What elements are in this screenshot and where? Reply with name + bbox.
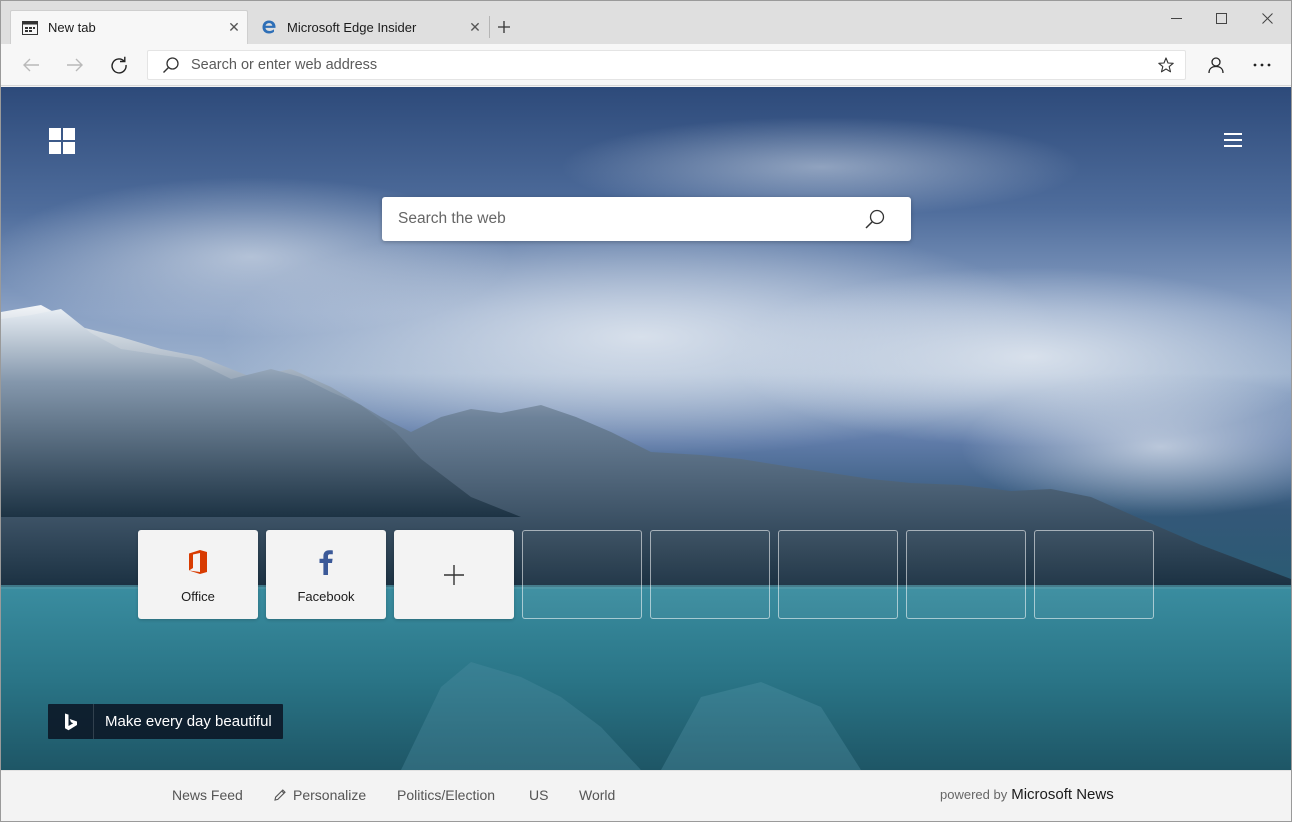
refresh-button[interactable] xyxy=(103,49,135,81)
bing-image-info[interactable]: Make every day beautiful xyxy=(48,704,283,739)
tab-divider xyxy=(489,16,490,38)
tile-label: Office xyxy=(181,589,215,604)
address-bar[interactable] xyxy=(147,50,1186,80)
pencil-icon xyxy=(274,789,286,801)
web-search-button[interactable] xyxy=(855,199,895,239)
powered-by-label: powered by xyxy=(940,787,1008,802)
quick-link-office[interactable]: Office xyxy=(138,530,258,619)
tab-new-tab[interactable]: New tab ✕ xyxy=(10,10,248,44)
edge-logo-icon xyxy=(261,19,277,35)
plus-icon xyxy=(444,564,464,585)
profile-button[interactable] xyxy=(1200,49,1232,81)
empty-tile-slot xyxy=(650,530,770,619)
settings-more-button[interactable] xyxy=(1246,49,1278,81)
close-window-button[interactable] xyxy=(1244,1,1290,35)
news-bar: News Feed Personalize Politics/Election … xyxy=(1,770,1291,821)
powered-by-microsoft-news[interactable]: powered by Microsoft News xyxy=(940,786,1114,803)
newtab-page-icon xyxy=(22,20,38,36)
quick-link-facebook[interactable]: Facebook xyxy=(266,530,386,619)
forward-arrow-icon xyxy=(67,58,83,72)
empty-tile-slot xyxy=(522,530,642,619)
new-tab-page: Office Facebook Make every day beautiful xyxy=(1,87,1291,770)
background-image xyxy=(1,117,1291,770)
close-tab-icon[interactable]: ✕ xyxy=(221,15,247,41)
forward-button[interactable] xyxy=(59,49,91,81)
politics-election-link[interactable]: Politics/Election xyxy=(397,787,495,803)
favorite-star-button[interactable] xyxy=(1151,50,1181,80)
close-tab-icon[interactable]: ✕ xyxy=(462,14,488,40)
tab-microsoft-edge-insider[interactable]: Microsoft Edge Insider ✕ xyxy=(250,10,488,44)
page-settings-menu-icon[interactable] xyxy=(1219,127,1247,153)
tab-title: New tab xyxy=(48,20,96,35)
empty-tile-slot xyxy=(778,530,898,619)
microsoft-news-brand: Microsoft News xyxy=(1011,786,1114,803)
tab-title: Microsoft Edge Insider xyxy=(287,19,417,35)
personalize-link[interactable]: Personalize xyxy=(273,787,366,803)
office-icon xyxy=(184,548,212,576)
minimize-button[interactable] xyxy=(1153,1,1199,35)
empty-tile-slot xyxy=(906,530,1026,619)
add-quick-link-button[interactable] xyxy=(394,530,514,619)
web-search-input[interactable] xyxy=(398,210,855,228)
back-arrow-icon xyxy=(23,58,39,72)
world-link[interactable]: World xyxy=(579,787,615,803)
bing-caption: Make every day beautiful xyxy=(105,713,272,730)
address-input[interactable] xyxy=(191,57,1151,73)
web-search-box[interactable] xyxy=(382,197,911,241)
refresh-icon xyxy=(111,56,127,74)
navigation-toolbar xyxy=(1,44,1291,86)
search-icon xyxy=(163,57,179,73)
bing-logo-icon xyxy=(48,704,94,739)
profile-icon xyxy=(1208,57,1224,74)
star-icon xyxy=(1158,57,1174,73)
new-tab-button[interactable] xyxy=(491,14,517,40)
more-options-icon xyxy=(1253,63,1271,67)
maximize-button[interactable] xyxy=(1198,1,1244,35)
back-button[interactable] xyxy=(15,49,47,81)
tile-label: Facebook xyxy=(297,589,355,604)
facebook-icon xyxy=(312,548,340,576)
news-feed-link[interactable]: News Feed xyxy=(172,787,243,803)
search-icon xyxy=(865,209,885,229)
empty-tile-slot xyxy=(1034,530,1154,619)
tab-strip: New tab ✕ Microsoft Edge Insider ✕ xyxy=(1,1,1291,44)
us-link[interactable]: US xyxy=(529,787,548,803)
browser-window: New tab ✕ Microsoft Edge Insider ✕ Searc… xyxy=(0,0,1292,822)
windows-logo-icon xyxy=(49,128,75,154)
